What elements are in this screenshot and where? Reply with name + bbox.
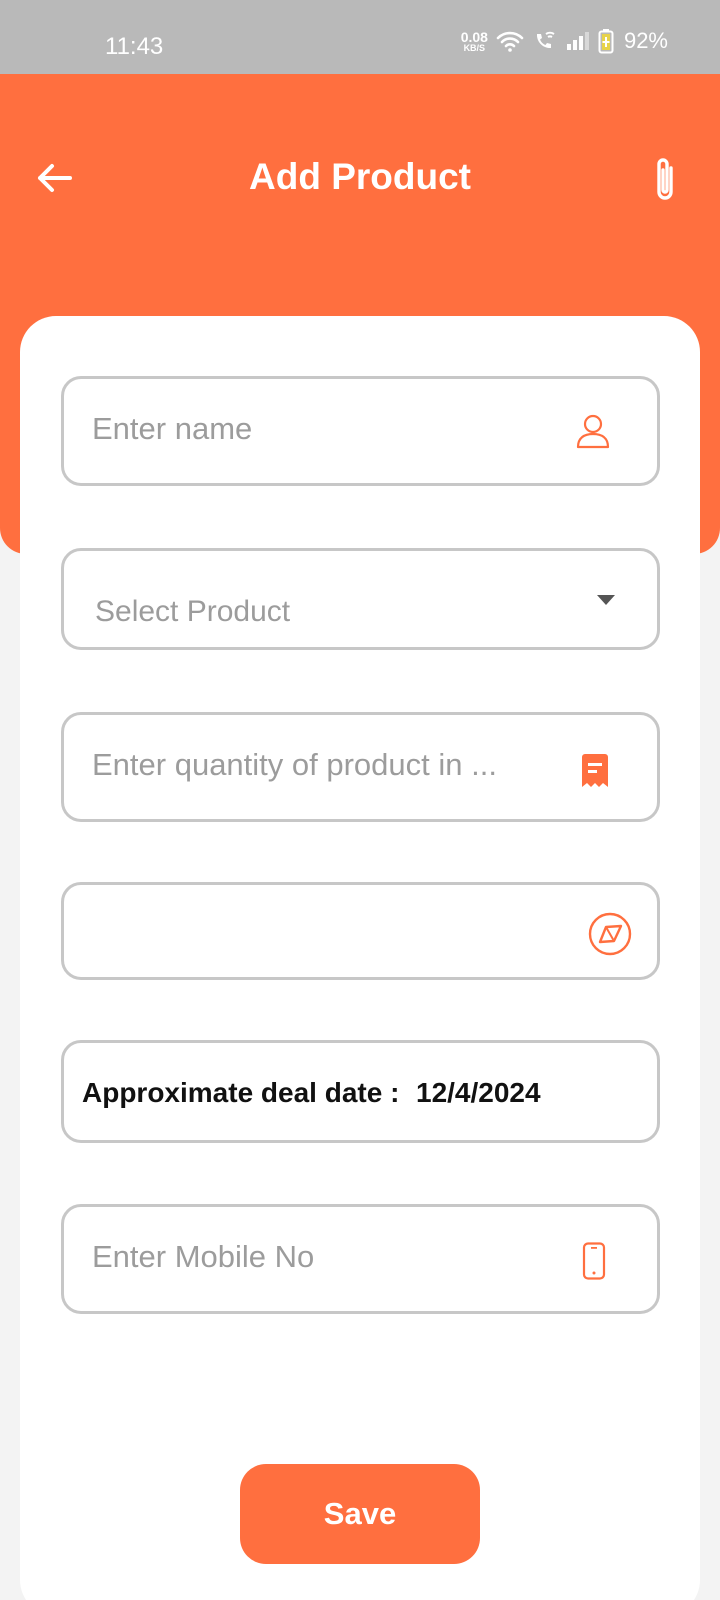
deal-date-label: Approximate deal date :: [82, 1077, 400, 1108]
network-speed: 0.08 KB/S: [461, 30, 488, 53]
mobile-placeholder: Enter Mobile No: [92, 1239, 315, 1274]
deal-date-value: 12/4/2024: [416, 1077, 541, 1108]
name-placeholder: Enter name: [92, 411, 253, 446]
status-time: 11:43: [105, 33, 164, 60]
product-select-placeholder: Select Product: [95, 595, 291, 628]
network-speed-unit: KB/S: [463, 42, 486, 53]
paperclip-icon: [657, 158, 673, 200]
page-title: Add Product: [249, 156, 471, 197]
quantity-placeholder: Enter quantity of product in ...: [92, 747, 497, 782]
product-select[interactable]: Select Product: [61, 548, 660, 650]
receipt-icon: [577, 751, 613, 791]
dropdown-arrow-icon: [595, 593, 617, 607]
network-speed-value: 0.08: [460, 28, 488, 45]
attach-button[interactable]: [648, 154, 682, 206]
location-input[interactable]: [61, 882, 660, 980]
status-indicators: 0.08 KB/S 92%: [461, 28, 668, 54]
deal-date-field[interactable]: Approximate deal date : 12/4/2024: [61, 1040, 660, 1143]
compass-icon: [587, 911, 633, 957]
mobile-input[interactable]: Enter Mobile No: [61, 1204, 660, 1314]
save-button[interactable]: Save: [240, 1464, 480, 1564]
signal-icon: [566, 32, 589, 50]
mobile-phone-icon: [581, 1241, 607, 1281]
quantity-input[interactable]: Enter quantity of product in ...: [61, 712, 660, 822]
battery-percent: 92%: [623, 28, 668, 53]
status-bar: 11:43 0.08 KB/S 92%: [0, 0, 720, 74]
battery-icon: [598, 29, 614, 54]
person-icon: [573, 411, 613, 451]
wifi-calling-icon: [536, 31, 555, 49]
wifi-icon: [496, 31, 524, 52]
name-input[interactable]: Enter name: [61, 376, 660, 486]
